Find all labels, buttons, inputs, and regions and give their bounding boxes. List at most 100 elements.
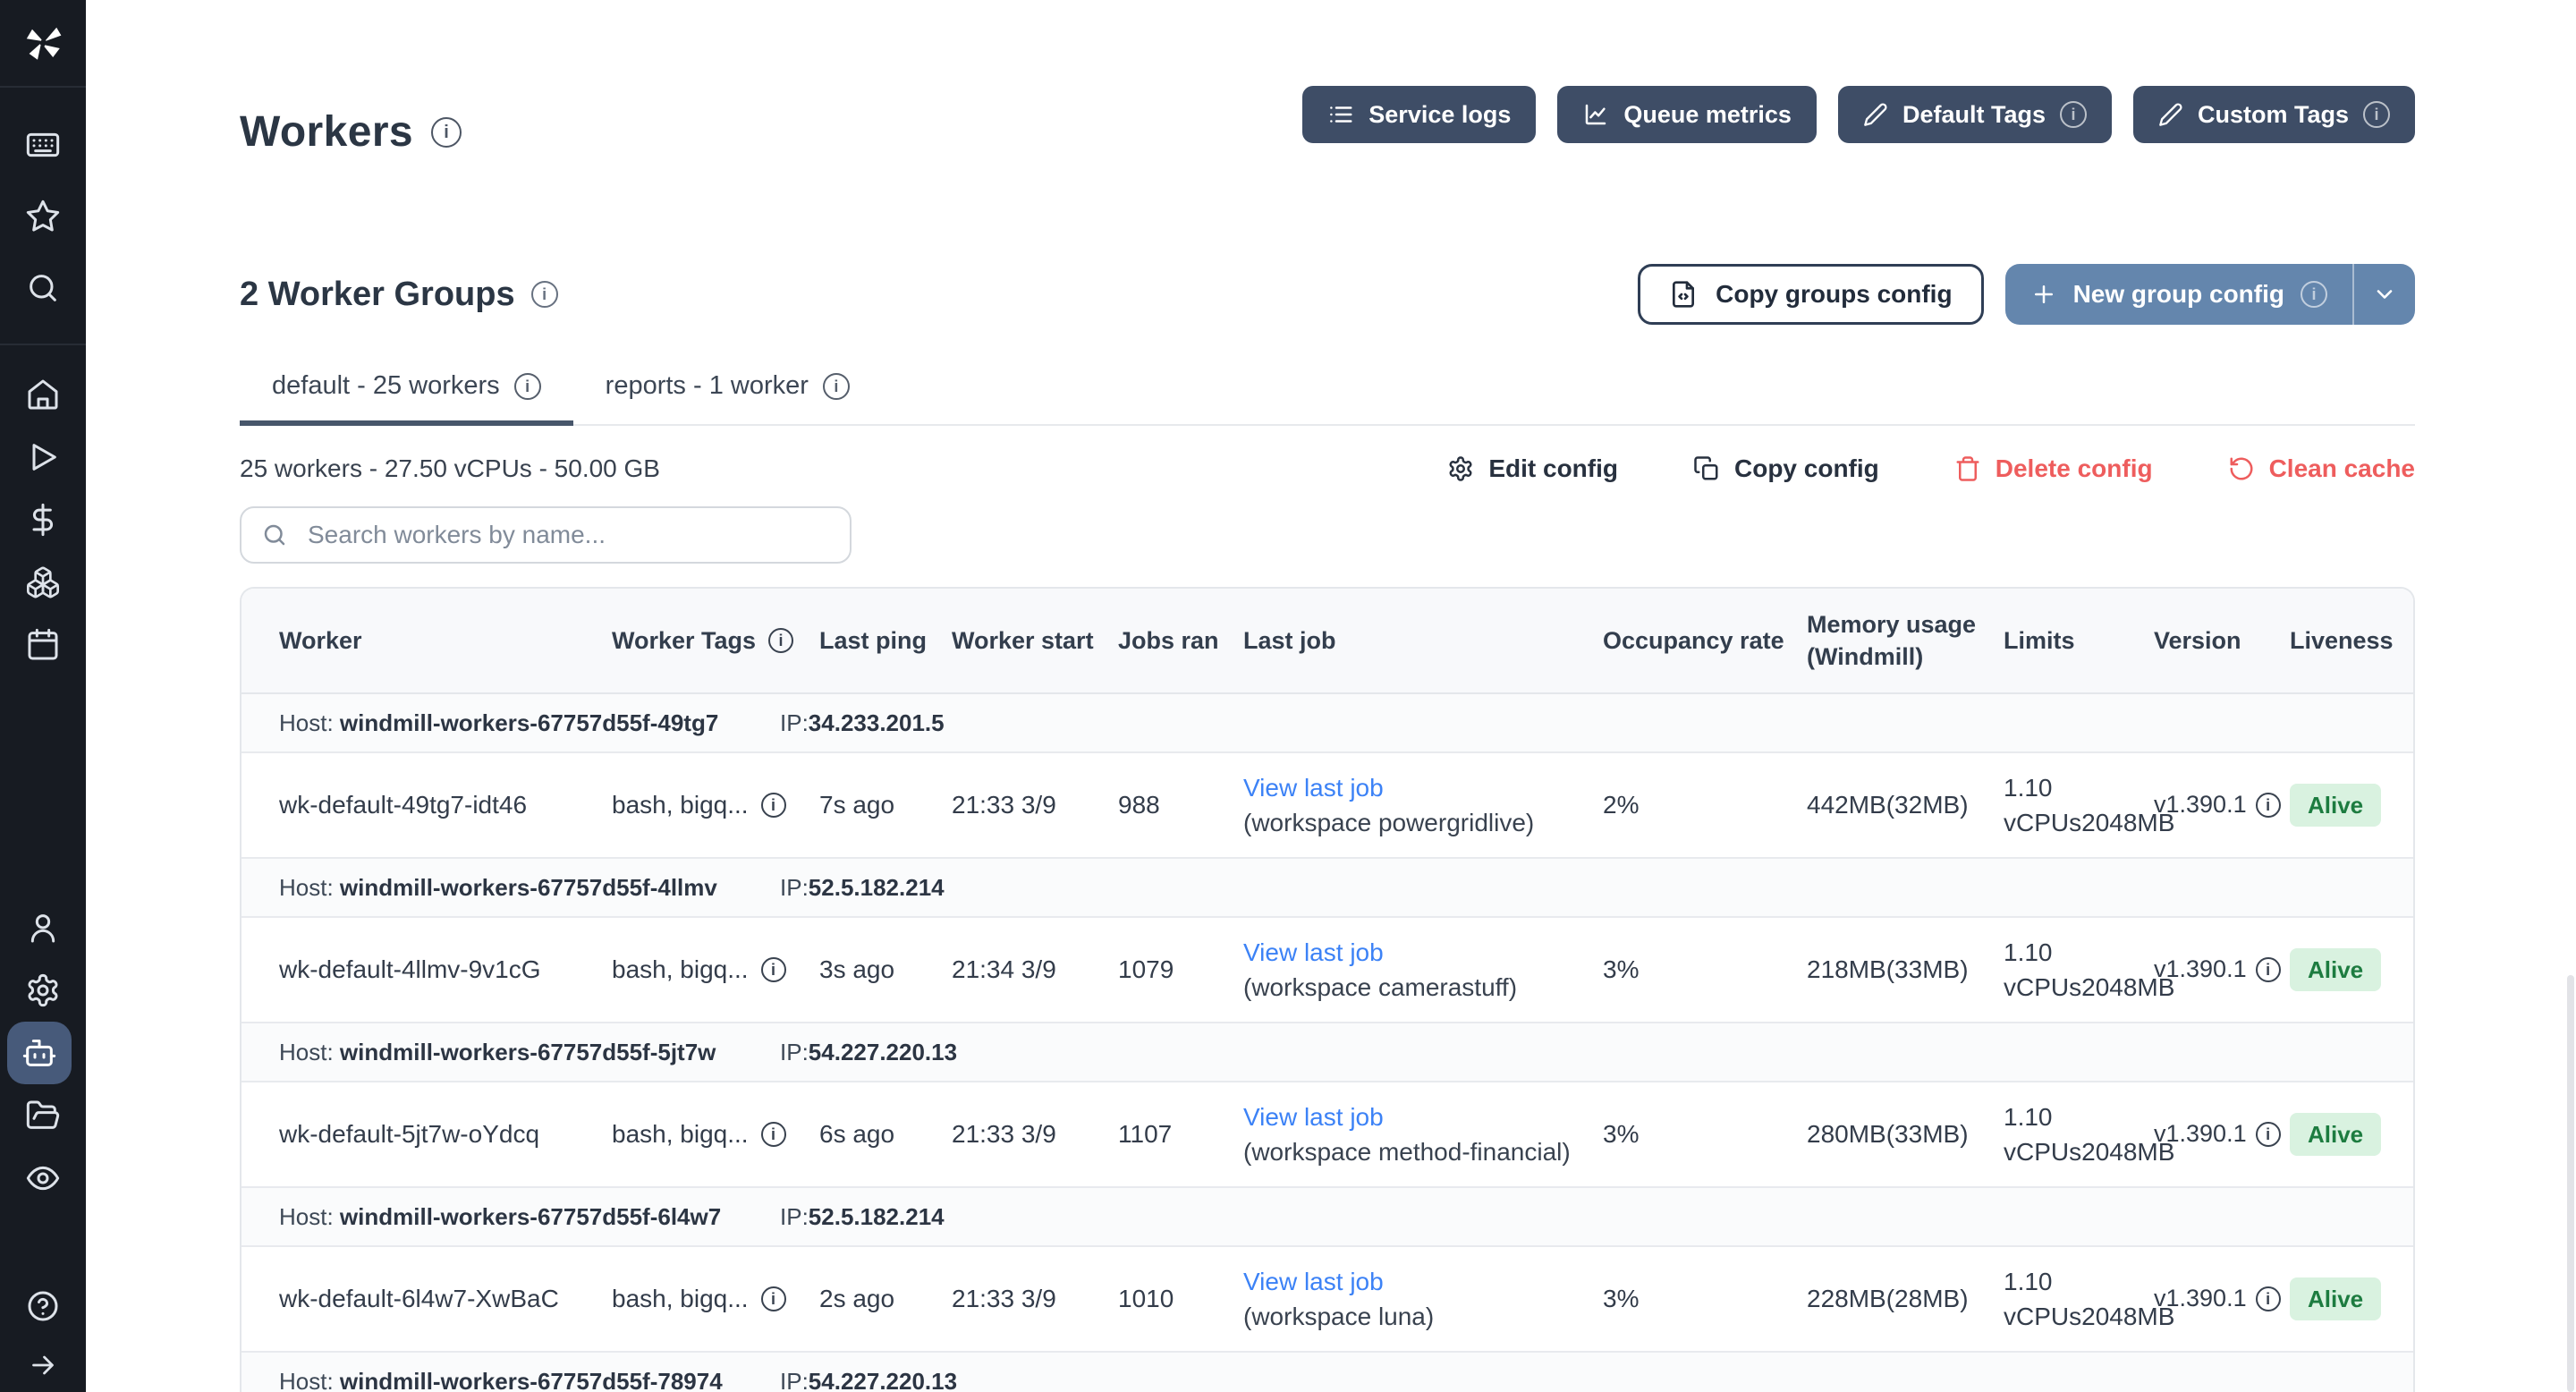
info-icon[interactable]: i bbox=[2256, 1286, 2281, 1311]
list-icon bbox=[1327, 101, 1354, 128]
col-worker: Worker bbox=[279, 624, 612, 657]
worker-start: 21:33 3/9 bbox=[952, 1116, 1118, 1151]
info-icon[interactable]: i bbox=[531, 281, 558, 308]
custom-tags-button[interactable]: Custom Tags i bbox=[2133, 86, 2415, 143]
workers-table: Worker Worker Tagsi Last ping Worker sta… bbox=[240, 587, 2415, 1392]
sidebar-item-runs[interactable] bbox=[7, 426, 79, 488]
view-last-job-link[interactable]: View last job bbox=[1243, 935, 1585, 970]
version: v1.390.1i bbox=[2154, 1282, 2290, 1316]
search-icon bbox=[25, 270, 61, 306]
search-icon bbox=[261, 522, 288, 548]
new-group-config-dropdown[interactable] bbox=[2352, 264, 2415, 325]
host-name: windmill-workers-67757d55f-49tg7 bbox=[340, 709, 718, 736]
host-name: windmill-workers-67757d55f-5jt7w bbox=[340, 1039, 716, 1065]
liveness: Alive bbox=[2290, 1113, 2413, 1156]
tab-default[interactable]: default - 25 workers i bbox=[240, 364, 573, 426]
sidebar-item-schedules[interactable] bbox=[7, 614, 79, 676]
info-icon[interactable]: i bbox=[2256, 793, 2281, 818]
view-last-job-link[interactable]: View last job bbox=[1243, 1099, 1585, 1134]
windmill-logo[interactable] bbox=[0, 0, 86, 88]
edit-config-button[interactable]: Edit config bbox=[1447, 454, 1618, 483]
sidebar-item-folders[interactable] bbox=[7, 1084, 79, 1147]
worker-name: wk-default-5jt7w-oYdcq bbox=[279, 1116, 612, 1151]
info-icon[interactable]: i bbox=[514, 373, 541, 400]
host-ip: IP:54.227.220.13 bbox=[780, 1023, 957, 1081]
view-last-job-link[interactable]: View last job bbox=[1243, 1264, 1585, 1299]
info-icon[interactable]: i bbox=[768, 628, 793, 653]
plus-icon bbox=[2030, 281, 2057, 308]
worker-row: wk-default-49tg7-idt46 bash, bigq...i 7s… bbox=[242, 753, 2413, 859]
sidebar-item-resources[interactable] bbox=[7, 551, 79, 614]
sidebar-item-usage[interactable] bbox=[7, 488, 79, 551]
limits: 1.10 vCPUs2048MB bbox=[2004, 935, 2154, 1005]
sidebar-item-expand[interactable] bbox=[7, 1344, 79, 1387]
info-icon[interactable]: i bbox=[2256, 957, 2281, 982]
last-job-workspace: (workspace powergridlive) bbox=[1243, 805, 1585, 840]
copy-groups-config-button[interactable]: Copy groups config bbox=[1638, 264, 1983, 325]
queue-metrics-button[interactable]: Queue metrics bbox=[1557, 86, 1817, 143]
sidebar-item-settings[interactable] bbox=[7, 959, 79, 1022]
worker-groups-title: 2 Worker Groups bbox=[240, 276, 515, 314]
worker-start: 21:33 3/9 bbox=[952, 1281, 1118, 1316]
page-header: Workers i Service logs Queue metrics Def… bbox=[240, 86, 2415, 157]
clean-cache-button[interactable]: Clean cache bbox=[2228, 454, 2415, 483]
info-icon[interactable]: i bbox=[761, 1286, 786, 1311]
eye-icon bbox=[25, 1160, 61, 1196]
memory-usage: 280MB(33MB) bbox=[1807, 1116, 2004, 1151]
info-icon[interactable]: i bbox=[761, 793, 786, 818]
host-row: Host: windmill-workers-67757d55f-49tg7 I… bbox=[242, 694, 2413, 753]
view-last-job-link[interactable]: View last job bbox=[1243, 770, 1585, 805]
liveness: Alive bbox=[2290, 948, 2413, 991]
boxes-icon bbox=[25, 564, 61, 600]
sidebar-item-users[interactable] bbox=[7, 896, 79, 959]
liveness-badge: Alive bbox=[2290, 1277, 2381, 1320]
sidebar-item-workspace-switcher[interactable] bbox=[7, 109, 79, 181]
sidebar-item-search[interactable] bbox=[7, 252, 79, 324]
col-worker-tags: Worker Tagsi bbox=[612, 624, 819, 657]
info-icon[interactable]: i bbox=[2060, 101, 2087, 128]
col-jobs-ran: Jobs ran bbox=[1118, 624, 1243, 657]
info-icon[interactable]: i bbox=[2256, 1122, 2281, 1147]
host-label: Host: bbox=[279, 1203, 334, 1230]
info-icon[interactable]: i bbox=[2363, 101, 2390, 128]
copy-config-button[interactable]: Copy config bbox=[1693, 454, 1879, 483]
workers-page: Workers i Service logs Queue metrics Def… bbox=[0, 0, 2576, 1392]
scrollbar-thumb[interactable] bbox=[2567, 975, 2574, 1392]
sidebar-item-home[interactable] bbox=[7, 363, 79, 426]
sidebar-group-top bbox=[7, 109, 79, 324]
jobs-ran: 1010 bbox=[1118, 1281, 1243, 1316]
sidebar-item-workers[interactable] bbox=[7, 1022, 72, 1084]
sidebar-item-favorites[interactable] bbox=[7, 181, 79, 252]
info-icon[interactable]: i bbox=[431, 117, 462, 148]
last-job: View last job(workspace luna) bbox=[1243, 1264, 1603, 1334]
delete-config-button[interactable]: Delete config bbox=[1954, 454, 2153, 483]
default-tags-button[interactable]: Default Tags i bbox=[1838, 86, 2112, 143]
info-icon[interactable]: i bbox=[2301, 281, 2327, 308]
host-row: Host: windmill-workers-67757d55f-4llmv I… bbox=[242, 859, 2413, 918]
liveness: Alive bbox=[2290, 784, 2413, 827]
sidebar-item-audit-logs[interactable] bbox=[7, 1147, 79, 1210]
sidebar-item-help[interactable] bbox=[7, 1274, 79, 1338]
group-summary: 25 workers - 27.50 vCPUs - 50.00 GB bbox=[240, 454, 660, 483]
line-chart-icon bbox=[1582, 101, 1609, 128]
search-workers-input[interactable] bbox=[304, 519, 830, 551]
info-icon[interactable]: i bbox=[761, 1122, 786, 1147]
host-row: Host: windmill-workers-67757d55f-6l4w7 I… bbox=[242, 1188, 2413, 1247]
play-icon bbox=[25, 439, 61, 475]
info-icon[interactable]: i bbox=[761, 957, 786, 982]
header-buttons: Service logs Queue metrics Default Tags … bbox=[1302, 86, 2415, 143]
worker-start: 21:33 3/9 bbox=[952, 787, 1118, 822]
info-icon[interactable]: i bbox=[823, 373, 850, 400]
host-label: Host: bbox=[279, 1368, 334, 1392]
worker-tags: bash, bigq...i bbox=[612, 952, 819, 987]
liveness-badge: Alive bbox=[2290, 1113, 2381, 1156]
service-logs-button[interactable]: Service logs bbox=[1302, 86, 1536, 143]
col-limits: Limits bbox=[2004, 624, 2154, 657]
last-job: View last job(workspace camerastuff) bbox=[1243, 935, 1603, 1005]
last-ping: 6s ago bbox=[819, 1116, 952, 1151]
occupancy-rate: 3% bbox=[1603, 1281, 1807, 1316]
new-group-config-button[interactable]: New group config i bbox=[2005, 264, 2415, 325]
last-job: View last job(workspace method-financial… bbox=[1243, 1099, 1603, 1169]
copy-icon bbox=[1693, 455, 1720, 482]
tab-reports[interactable]: reports - 1 worker i bbox=[573, 364, 882, 426]
